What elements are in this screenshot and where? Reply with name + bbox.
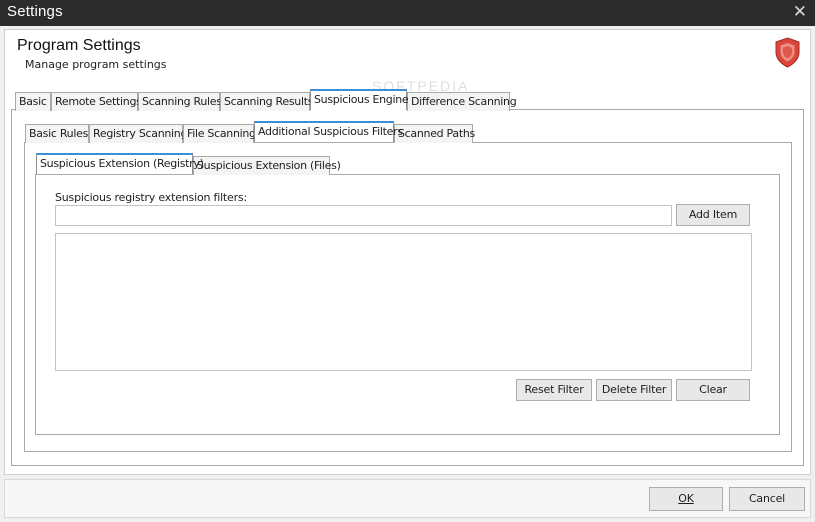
tab-suspicious-extension-registry[interactable]: Suspicious Extension (Registry)	[36, 153, 204, 174]
delete-filter-button[interactable]: Delete Filter	[596, 379, 672, 401]
tab-basic[interactable]: Basic	[15, 92, 51, 111]
tab-file-scanning[interactable]: File Scanning	[183, 124, 256, 143]
add-item-button[interactable]: Add Item	[676, 204, 750, 226]
tab-scanning-results[interactable]: Scanning Results	[220, 92, 313, 111]
reset-filter-label: Reset Filter	[524, 383, 584, 396]
delete-filter-label: Delete Filter	[601, 383, 667, 396]
tab-suspicious-extension-files[interactable]: Suspicious Extension (Files)	[193, 156, 341, 175]
cancel-button[interactable]: Cancel	[729, 487, 805, 511]
title-bar: Settings ✕	[0, 0, 815, 26]
filter-input[interactable]	[55, 205, 672, 226]
page-subtitle: Manage program settings	[25, 58, 167, 71]
tab-difference-scanning[interactable]: Difference Scanning	[407, 92, 517, 111]
shield-icon	[775, 37, 800, 68]
tab-basic-rules[interactable]: Basic Rules	[25, 124, 89, 143]
tab-remote-settings[interactable]: Remote Settings	[51, 92, 142, 111]
filter-list[interactable]	[55, 233, 752, 371]
tab-registry-scanning[interactable]: Registry Scanning	[89, 124, 187, 143]
tab-scanning-rules[interactable]: Scanning Rules	[138, 92, 222, 111]
ok-label: OK	[678, 492, 694, 505]
close-icon[interactable]: ✕	[793, 2, 807, 22]
reset-filter-button[interactable]: Reset Filter	[516, 379, 592, 401]
clear-button[interactable]: Clear	[676, 379, 750, 401]
page-title: Program Settings	[17, 37, 141, 54]
filters-field-label: Suspicious registry extension filters:	[55, 191, 247, 204]
add-item-label: Add Item	[688, 208, 738, 221]
clear-label: Clear	[699, 383, 727, 396]
ok-button[interactable]: OK	[649, 487, 723, 511]
cancel-label: Cancel	[748, 492, 786, 505]
window-title: Settings	[7, 3, 63, 20]
tab-additional-suspicious-filters[interactable]: Additional Suspicious Filters	[254, 121, 403, 142]
tab-suspicious-engine[interactable]: Suspicious Engine	[310, 89, 409, 110]
tab-scanned-paths[interactable]: Scanned Paths	[394, 124, 475, 143]
